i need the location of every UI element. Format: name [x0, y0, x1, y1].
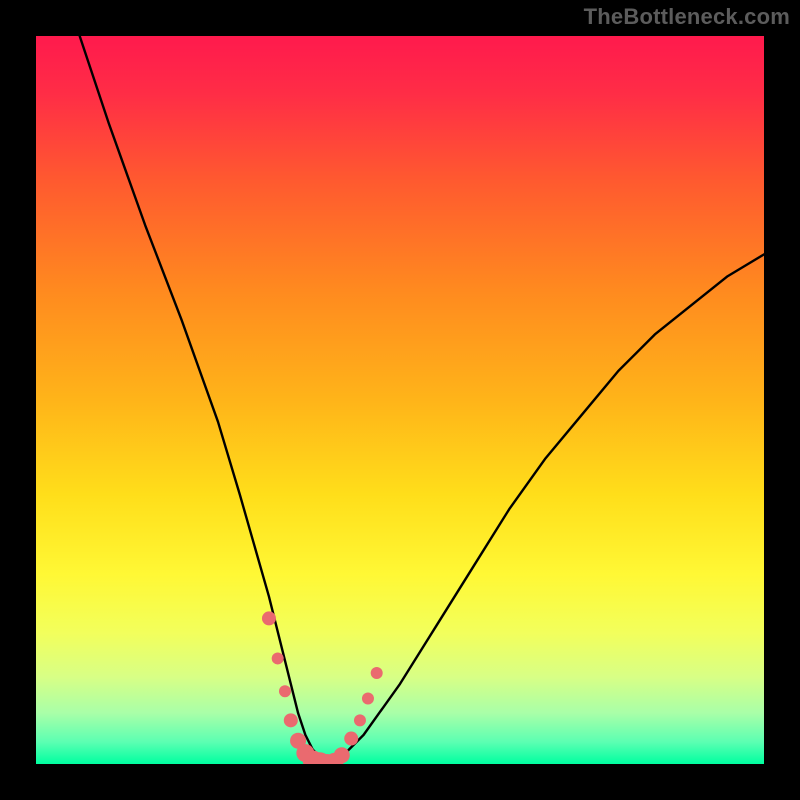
data-marker [371, 667, 383, 679]
data-marker [284, 713, 298, 727]
plot-background [36, 36, 764, 764]
data-marker [262, 611, 276, 625]
chart-stage: TheBottleneck.com [0, 0, 800, 800]
data-marker [344, 732, 358, 746]
bottleneck-chart [0, 0, 800, 800]
data-marker [279, 685, 291, 697]
watermark-label: TheBottleneck.com [584, 4, 790, 30]
data-marker [334, 747, 350, 763]
data-marker [362, 692, 374, 704]
data-marker [272, 652, 284, 664]
data-marker [354, 714, 366, 726]
